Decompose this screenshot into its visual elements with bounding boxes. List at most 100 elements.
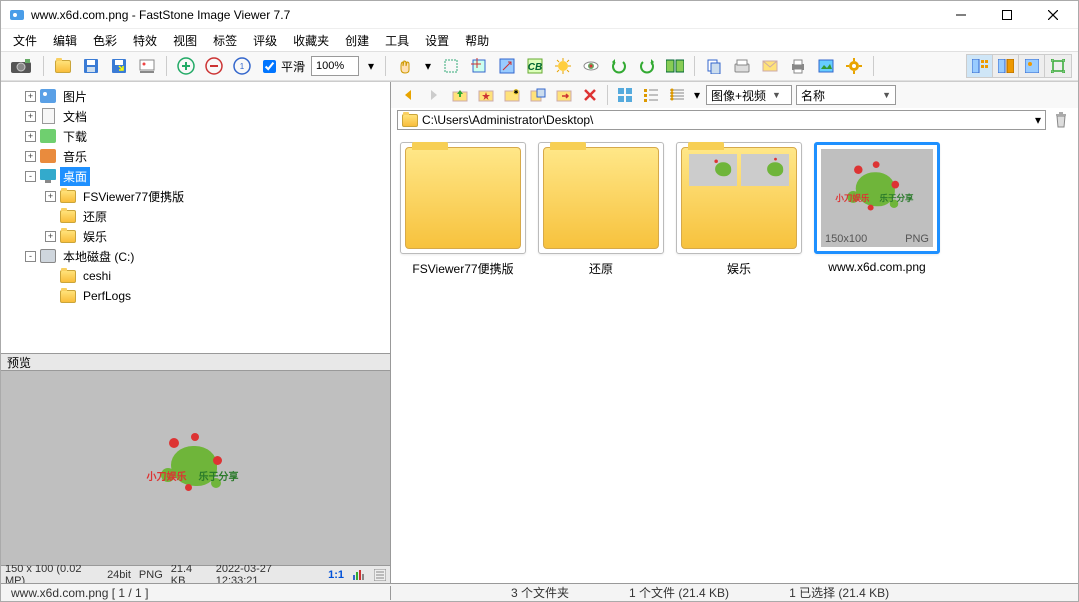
zoom-actual-icon[interactable]: 1 xyxy=(231,55,253,77)
recycle-icon[interactable] xyxy=(1050,110,1072,130)
text-icon[interactable]: CB xyxy=(524,55,546,77)
save-as-icon[interactable] xyxy=(108,55,130,77)
hand-dropdown-icon[interactable]: ▾ xyxy=(422,55,434,77)
list-view-icon[interactable] xyxy=(640,84,662,106)
menu-bar: 文件 编辑 色彩 特效 视图 标签 评级 收藏夹 创建 工具 设置 帮助 xyxy=(1,29,1078,51)
main-toolbar: 1 平滑 ▾ ▾ CB xyxy=(1,51,1078,81)
zoom-in-icon[interactable] xyxy=(175,55,197,77)
tree-expand-icon[interactable]: - xyxy=(25,251,36,262)
smooth-check-input[interactable] xyxy=(263,60,276,73)
tree-item[interactable]: ceshi xyxy=(5,266,390,286)
tree-expand-icon[interactable]: + xyxy=(25,151,36,162)
preview-panel[interactable]: 小刀娱乐乐于分享 xyxy=(1,371,390,565)
separator xyxy=(166,56,167,76)
histogram-icon[interactable] xyxy=(352,569,366,581)
copy-icon[interactable] xyxy=(703,55,725,77)
tree-item[interactable]: PerfLogs xyxy=(5,286,390,306)
thumbnail-item[interactable]: 还原 xyxy=(537,142,665,277)
tree-item[interactable]: -本地磁盘 (C:) xyxy=(5,246,390,266)
view-thumbnails-icon[interactable] xyxy=(967,55,993,77)
favorites-folder-icon[interactable] xyxy=(475,84,497,106)
thumbs-view-icon[interactable] xyxy=(614,84,636,106)
smooth-checkbox[interactable]: 平滑 xyxy=(259,57,305,76)
tree-item[interactable]: -桌面 xyxy=(5,166,390,186)
rotate-left-icon[interactable] xyxy=(608,55,630,77)
tree-item[interactable]: +图片 xyxy=(5,86,390,106)
info-icon[interactable] xyxy=(374,569,386,581)
tree-item[interactable]: +下载 xyxy=(5,126,390,146)
tree-item[interactable]: +FSViewer77便携版 xyxy=(5,186,390,206)
menu-edit[interactable]: 编辑 xyxy=(47,30,83,51)
thumbnail-area[interactable]: FSViewer77便携版还原娱乐小刀娱乐乐于分享150x100PNGwww.x… xyxy=(391,132,1078,583)
chevron-down-icon[interactable]: ▾ xyxy=(1035,113,1041,127)
acquire-icon[interactable] xyxy=(7,55,35,77)
print-icon[interactable] xyxy=(787,55,809,77)
tree-expand-icon[interactable]: + xyxy=(45,191,56,202)
new-folder-icon[interactable]: ✱ xyxy=(501,84,523,106)
scan-icon[interactable] xyxy=(731,55,753,77)
thumbnail-item[interactable]: 小刀娱乐乐于分享150x100PNGwww.x6d.com.png xyxy=(813,142,941,277)
menu-help[interactable]: 帮助 xyxy=(459,30,495,51)
tree-expand-icon[interactable]: - xyxy=(25,171,36,182)
menu-favorites[interactable]: 收藏夹 xyxy=(287,30,335,51)
minimize-button[interactable] xyxy=(938,1,984,29)
view-single-icon[interactable] xyxy=(1019,55,1045,77)
adjust-icon[interactable] xyxy=(552,55,574,77)
compare-icon[interactable] xyxy=(664,55,686,77)
sort-combo[interactable]: 名称▼ xyxy=(796,85,896,105)
menu-effects[interactable]: 特效 xyxy=(127,30,163,51)
menu-file[interactable]: 文件 xyxy=(7,30,43,51)
tree-item[interactable]: 还原 xyxy=(5,206,390,226)
menu-view[interactable]: 视图 xyxy=(167,30,203,51)
details-view-icon[interactable] xyxy=(666,84,688,106)
rotate-right-icon[interactable] xyxy=(636,55,658,77)
view-preview-icon[interactable] xyxy=(993,55,1019,77)
tree-label: 还原 xyxy=(80,207,110,226)
menu-settings[interactable]: 设置 xyxy=(419,30,455,51)
settings-icon[interactable] xyxy=(843,55,865,77)
menu-rating[interactable]: 评级 xyxy=(247,30,283,51)
close-button[interactable] xyxy=(1030,1,1076,29)
view-dropdown-icon[interactable]: ▾ xyxy=(692,84,702,106)
up-icon[interactable] xyxy=(449,84,471,106)
resize-icon[interactable] xyxy=(496,55,518,77)
tree-item[interactable]: +娱乐 xyxy=(5,226,390,246)
tree-expand-icon[interactable]: + xyxy=(25,131,36,142)
maximize-button[interactable] xyxy=(984,1,1030,29)
thumbnail-item[interactable]: 娱乐 xyxy=(675,142,803,277)
svg-text:1: 1 xyxy=(240,62,245,71)
thumbnail-item[interactable]: FSViewer77便携版 xyxy=(399,142,527,277)
folder-tree[interactable]: +图片+文档+下载+音乐-桌面+FSViewer77便携版还原+娱乐-本地磁盘 … xyxy=(1,82,390,353)
open-icon[interactable] xyxy=(52,55,74,77)
save-icon[interactable] xyxy=(80,55,102,77)
zoom-input[interactable] xyxy=(311,56,359,76)
smooth-label: 平滑 xyxy=(281,58,305,75)
back-icon[interactable] xyxy=(397,84,419,106)
tree-item[interactable]: +音乐 xyxy=(5,146,390,166)
zoom-out-icon[interactable] xyxy=(203,55,225,77)
view-fullscreen-icon[interactable] xyxy=(1045,55,1071,77)
forward-icon[interactable] xyxy=(423,84,445,106)
move-to-icon[interactable] xyxy=(553,84,575,106)
slideshow-icon[interactable] xyxy=(136,55,158,77)
tree-item[interactable]: +文档 xyxy=(5,106,390,126)
folder-icon xyxy=(402,114,418,127)
menu-color[interactable]: 色彩 xyxy=(87,30,123,51)
wallpaper-icon[interactable] xyxy=(815,55,837,77)
redeye-icon[interactable] xyxy=(580,55,602,77)
zoom-dropdown-icon[interactable]: ▾ xyxy=(365,55,377,77)
menu-create[interactable]: 创建 xyxy=(339,30,375,51)
select-icon[interactable] xyxy=(440,55,462,77)
tree-expand-icon[interactable]: + xyxy=(25,111,36,122)
tree-expand-icon[interactable]: + xyxy=(25,91,36,102)
menu-tools[interactable]: 工具 xyxy=(379,30,415,51)
delete-icon[interactable] xyxy=(579,84,601,106)
crop-icon[interactable] xyxy=(468,55,490,77)
tree-expand-icon[interactable]: + xyxy=(45,231,56,242)
email-icon[interactable] xyxy=(759,55,781,77)
copy-to-icon[interactable] xyxy=(527,84,549,106)
hand-icon[interactable] xyxy=(394,55,416,77)
filter-combo[interactable]: 图像+视频▼ xyxy=(706,85,792,105)
path-input[interactable]: C:\Users\Administrator\Desktop\ ▾ xyxy=(397,110,1046,130)
menu-tag[interactable]: 标签 xyxy=(207,30,243,51)
